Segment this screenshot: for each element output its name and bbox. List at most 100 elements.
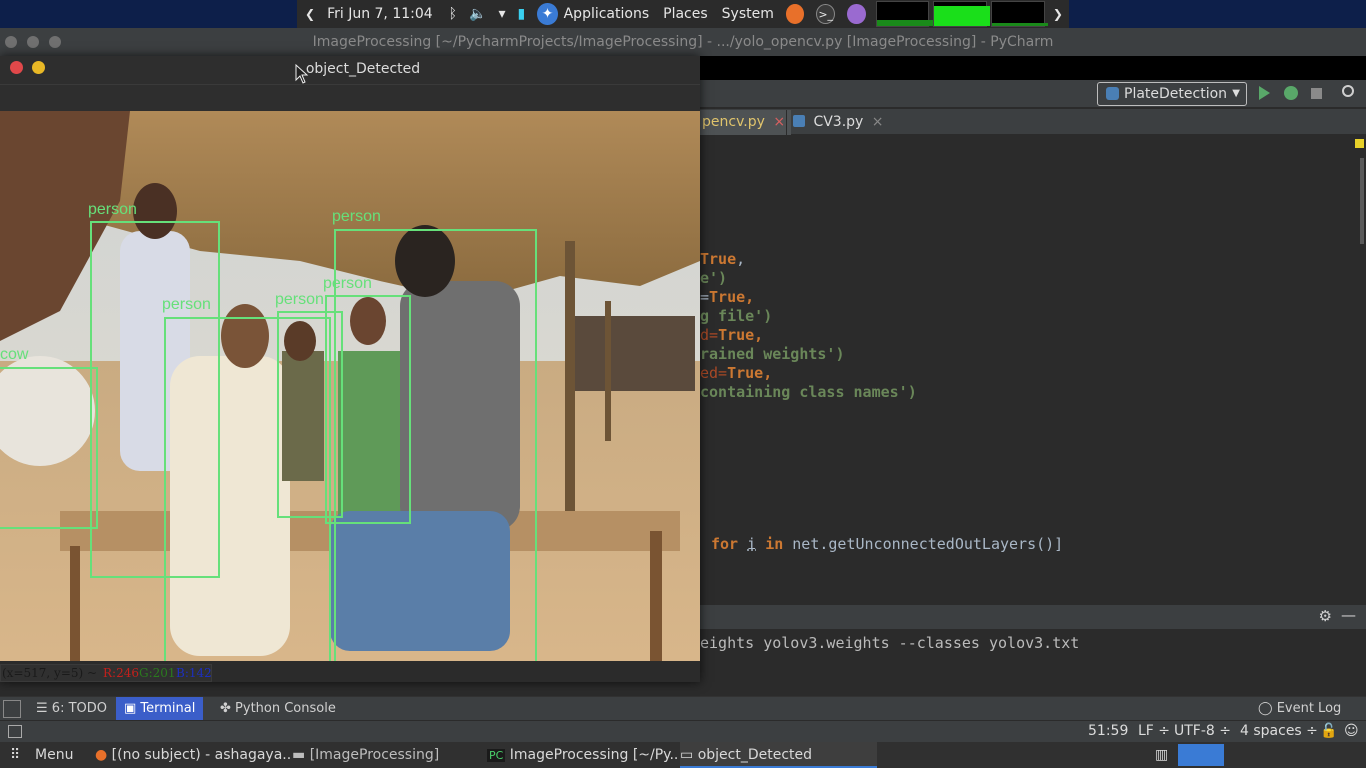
taskbar-label: object_Detected — [697, 747, 813, 763]
memory-graph — [933, 1, 991, 27]
indent-setting[interactable]: 4 spaces ÷ — [1240, 723, 1318, 739]
code-editor[interactable]: True, e') =True, g file') d=True, rained… — [700, 136, 1352, 578]
status-bar: 51:59 LF ÷ UTF-8 ÷ 4 spaces ÷ 🔓 ☺ — [0, 720, 1366, 742]
cpu-graph — [875, 1, 933, 27]
run-config-label: PlateDetection — [1124, 86, 1228, 102]
wifi-icon[interactable]: ▾ — [499, 6, 506, 22]
close-icon[interactable]: × — [773, 114, 785, 130]
status-layout-icon[interactable] — [8, 725, 22, 738]
clock[interactable]: Fri Jun 7, 11:04 — [327, 6, 433, 22]
terminal-launcher-icon[interactable]: >_ — [816, 4, 836, 24]
window-close-dot[interactable] — [5, 36, 17, 48]
debug-icon[interactable] — [1284, 86, 1298, 100]
python-icon — [1106, 87, 1119, 100]
pixel-coords: (x=517, y=5) ~ — [2, 666, 98, 680]
window-maximize-dot[interactable] — [49, 36, 61, 48]
network-graph — [991, 1, 1049, 27]
menu-system[interactable]: System — [722, 6, 774, 22]
bluetooth-icon[interactable]: ᛒ — [449, 6, 457, 22]
bbox-person — [325, 295, 411, 524]
warning-marker — [1355, 139, 1364, 148]
minimize-icon[interactable]: — — [1341, 606, 1356, 624]
editor-scrollbar[interactable] — [1352, 136, 1366, 578]
run-icon[interactable] — [1259, 86, 1270, 100]
code-token: ed= — [700, 364, 728, 382]
workspace-1[interactable]: ▥ — [1155, 742, 1175, 768]
tab-cv3[interactable]: CV3.py × — [786, 110, 890, 135]
bbox-label: person — [162, 296, 211, 313]
chevron-left-icon[interactable]: ❮ — [305, 7, 315, 21]
minimize-button[interactable] — [32, 61, 45, 74]
menu-places[interactable]: Places — [663, 6, 708, 22]
tab-label: Event Log — [1276, 701, 1342, 716]
python-icon: ✤ — [220, 701, 236, 716]
code-token: e') — [700, 269, 728, 287]
taskbar-item-object-detected[interactable]: ▭ object_Detected — [680, 742, 877, 768]
volume-icon[interactable]: 🔈 — [469, 6, 486, 22]
tab-label: Python Console — [235, 701, 336, 716]
bbox-cow — [0, 367, 98, 529]
pycharm-menubar — [700, 56, 1366, 80]
terminal-icon: ▣ — [124, 701, 141, 716]
pixel-green: G:201 — [139, 666, 176, 680]
window-minimize-dot[interactable] — [27, 36, 39, 48]
terminal-line: eights yolov3.weights --classes yolov3.t… — [700, 634, 1080, 652]
taskbar-item-folder[interactable]: ▬ [ImageProcessing] — [292, 742, 477, 768]
menu-applications[interactable]: Applications — [564, 6, 650, 22]
code-token: True, — [718, 326, 764, 344]
chevron-right-icon[interactable]: ❯ — [1053, 7, 1063, 21]
workspace-2[interactable] — [1178, 744, 1224, 766]
taskbar-label: [(no subject) - ashagaya... — [111, 747, 290, 763]
stop-icon[interactable] — [1311, 88, 1322, 99]
toggle-panels-icon[interactable] — [3, 700, 21, 718]
taskbar: ⠿ Menu ● [(no subject) - ashagaya... ▬ [… — [0, 742, 1366, 768]
code-token: True — [700, 250, 737, 268]
close-icon[interactable]: × — [872, 114, 884, 130]
tab-label: 6: TODO — [51, 701, 107, 716]
battery-icon[interactable]: ▮ — [518, 6, 526, 22]
inspector-icon[interactable]: ☺ — [1344, 723, 1359, 739]
line-separator[interactable]: LF ÷ — [1138, 723, 1170, 739]
text-editor-icon[interactable] — [847, 4, 866, 24]
code-token: True, — [727, 364, 773, 382]
tab-yolo-opencv[interactable]: pencv.py × — [696, 110, 792, 135]
search-icon[interactable] — [1342, 85, 1354, 97]
start-menu-button[interactable]: Menu — [35, 742, 73, 768]
file-encoding[interactable]: UTF-8 ÷ — [1174, 723, 1231, 739]
bbox-label: cow — [0, 346, 29, 363]
taskbar-item-pycharm[interactable]: PC ImageProcessing [~/Py... — [487, 742, 677, 768]
run-config-select[interactable]: PlateDetection ▼ — [1097, 82, 1247, 106]
image-window: object_Detected person person person per… — [0, 56, 700, 682]
pycharm-icon: PC — [487, 749, 506, 762]
detection-image[interactable]: person person person person person cow — [0, 111, 700, 661]
tab-terminal[interactable]: ▣ Terminal — [116, 697, 204, 721]
close-button[interactable] — [10, 61, 23, 74]
tab-label: pencv.py — [702, 114, 765, 130]
scroll-thumb[interactable] — [1360, 158, 1364, 244]
tab-todo[interactable]: ☰ 6: TODO — [28, 697, 115, 721]
apps-menu-icon[interactable]: ✦ — [537, 3, 558, 25]
firefox-icon[interactable] — [785, 4, 805, 24]
taskbar-label: [ImageProcessing] — [309, 747, 440, 763]
window-title-text: object_Detected — [305, 61, 421, 77]
code-token: True, — [709, 288, 755, 306]
taskbar-item-thunderbird[interactable]: ● [(no subject) - ashagaya... — [95, 742, 290, 768]
bbox-label: person — [323, 275, 372, 292]
terminal-header: ⚙ — — [700, 605, 1366, 629]
code-token: i — [747, 535, 757, 553]
code-token: d= — [700, 326, 719, 344]
cursor-position[interactable]: 51:59 — [1088, 723, 1128, 739]
code-token: net.getUnconnectedOutLayers()] — [792, 535, 1064, 553]
tab-event-log[interactable]: ◯ Event Log — [1250, 697, 1349, 721]
gear-icon[interactable]: ⚙ — [1319, 607, 1332, 625]
tool-window-bar: ☰ 6: TODO ▣ Terminal ✤ Python Console ◯ … — [0, 696, 1366, 721]
grid-icon[interactable]: ⠿ — [10, 742, 20, 768]
chevron-down-icon: ▼ — [1232, 88, 1240, 99]
image-window-title[interactable]: object_Detected — [0, 56, 700, 84]
tab-label: Terminal — [140, 701, 196, 716]
list-icon: ☰ — [36, 701, 52, 716]
tab-python-console[interactable]: ✤ Python Console — [212, 697, 344, 721]
lock-icon[interactable]: 🔓 — [1320, 723, 1337, 739]
python-file-icon — [793, 115, 805, 127]
terminal-panel[interactable]: eights yolov3.weights --classes yolov3.t… — [700, 629, 1366, 696]
